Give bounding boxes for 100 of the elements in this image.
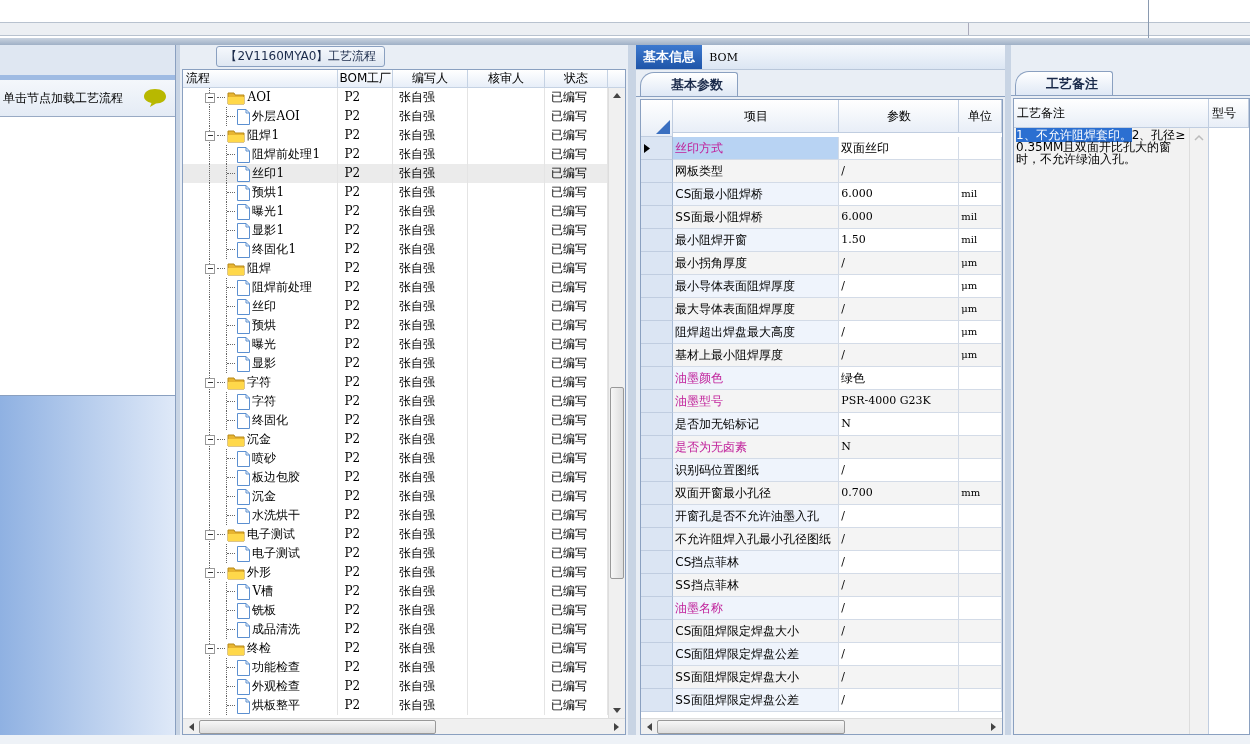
tree-node-label[interactable]: 成品清洗 <box>252 620 301 639</box>
table-cell: μm <box>959 298 1003 321</box>
collapse-icon[interactable] <box>205 434 216 445</box>
document-icon <box>237 469 251 486</box>
tree-node-label[interactable]: 外形 <box>247 563 272 582</box>
table-cell: mil <box>959 229 1003 252</box>
tree-node-label[interactable]: 电子测试 <box>252 544 301 563</box>
tree-node-label[interactable]: 曝光1 <box>252 202 285 221</box>
horizontal-scrollbar[interactable] <box>183 718 626 734</box>
collapse-icon[interactable] <box>205 92 216 103</box>
table-cell: 丝印方式 <box>673 137 840 160</box>
table-cell: 1.50 <box>839 229 960 252</box>
tree-node-label[interactable]: 丝印1 <box>252 164 285 183</box>
collapse-icon[interactable] <box>205 643 216 654</box>
tree-node-label[interactable]: 外层AOI <box>252 107 300 126</box>
table-cell: 张自强 <box>393 468 469 487</box>
table-cell: μm <box>959 275 1003 298</box>
tree-node-label[interactable]: 终检 <box>247 639 272 658</box>
scroll-down-icon[interactable] <box>612 707 623 715</box>
splitter[interactable] <box>0 38 1250 45</box>
tree-node-label[interactable]: AOI <box>247 88 271 107</box>
tab[interactable]: 基本参数 <box>640 72 739 96</box>
corner-header[interactable] <box>641 100 674 137</box>
tree-node-label[interactable]: 显影 <box>252 354 277 373</box>
table-cell: 张自强 <box>393 525 469 544</box>
table-cell: N <box>839 436 960 459</box>
tree-node-label[interactable]: 终固化1 <box>252 240 297 259</box>
tree-node-label[interactable]: 阻焊1 <box>247 126 280 145</box>
tree-node-label[interactable]: 预烘1 <box>252 183 285 202</box>
table-cell: 张自强 <box>393 240 469 259</box>
tree-node-label[interactable]: 电子测试 <box>247 525 296 544</box>
column-header[interactable]: 型号 <box>1209 99 1249 127</box>
table-cell: 张自强 <box>393 221 469 240</box>
tree-node-label[interactable]: 铣板 <box>252 601 277 620</box>
document-icon <box>237 621 251 638</box>
tree-node-label[interactable]: 预烘 <box>252 316 277 335</box>
table-cell: 最大导体表面阻焊厚度 <box>673 298 840 321</box>
collapse-icon[interactable] <box>205 529 216 540</box>
tree-node-label[interactable]: 阻焊前处理1 <box>252 145 321 164</box>
table-cell: P2 <box>338 202 394 221</box>
table-cell: 网板类型 <box>673 160 840 183</box>
table-cell: 油墨名称 <box>673 597 840 620</box>
table-cell: / <box>839 597 960 620</box>
tab[interactable]: 基本信息 <box>636 45 703 69</box>
tree-node-label[interactable]: 终固化 <box>252 411 289 430</box>
table-cell: P2 <box>338 107 394 126</box>
column-header[interactable]: 单位 <box>959 100 1003 133</box>
scroll-up-icon[interactable] <box>612 91 623 99</box>
tree-node-label[interactable]: 外观检查 <box>252 677 301 696</box>
horizontal-scrollbar[interactable] <box>641 718 1003 734</box>
column-header[interactable]: 项目 <box>673 100 840 133</box>
tree-node-label[interactable]: 阻焊 <box>247 259 272 278</box>
tree-node-label[interactable]: 显影1 <box>252 221 285 240</box>
collapse-icon[interactable] <box>205 263 216 274</box>
table-cell: / <box>839 344 960 367</box>
tree-node-label[interactable]: 字符 <box>247 373 272 392</box>
column-header[interactable]: 核审人 <box>468 70 546 87</box>
table-cell: 是否加无铅标记 <box>673 413 840 436</box>
collapse-icon[interactable] <box>205 377 216 388</box>
tab[interactable]: 工艺备注 <box>1015 71 1113 95</box>
tree-node-label[interactable]: 阻焊前处理 <box>252 278 313 297</box>
horizontal-scrollbar[interactable] <box>0 22 1250 36</box>
tab[interactable]: BOM <box>702 45 745 69</box>
table-cell: P2 <box>338 601 394 620</box>
column-header[interactable]: BOM工厂 <box>338 70 394 87</box>
splitter[interactable] <box>175 45 181 735</box>
tree-node-label[interactable]: 字符 <box>252 392 277 411</box>
table-cell: mm <box>959 482 1003 505</box>
tree-node-label[interactable]: V槽 <box>252 582 274 601</box>
table-cell: 张自强 <box>393 335 469 354</box>
column-header[interactable]: 参数 <box>839 100 960 133</box>
tree-node-label[interactable]: 丝印 <box>252 297 277 316</box>
column-header[interactable]: 状态 <box>545 70 609 87</box>
table-cell: 油墨颜色 <box>673 367 840 390</box>
tree-node-label[interactable]: 沉金 <box>252 487 277 506</box>
table-cell: 张自强 <box>393 430 469 449</box>
table-cell: μm <box>959 321 1003 344</box>
table-cell: P2 <box>338 240 394 259</box>
tree-node-label[interactable]: 曝光 <box>252 335 277 354</box>
tree-node-label[interactable]: 板边包胶 <box>252 468 301 487</box>
table-cell: P2 <box>338 582 394 601</box>
column-header[interactable]: 流程 <box>183 70 339 87</box>
table-cell: P2 <box>338 164 394 183</box>
row-header[interactable] <box>641 137 674 160</box>
column-header[interactable]: 编写人 <box>393 70 469 87</box>
collapse-icon[interactable] <box>205 567 216 578</box>
tree-node-label[interactable]: 烘板整平 <box>252 696 301 715</box>
table-cell: 张自强 <box>393 601 469 620</box>
vertical-scrollbar[interactable] <box>608 88 626 718</box>
table-cell: μm <box>959 344 1003 367</box>
table-cell: / <box>839 689 960 712</box>
tree-node-label[interactable]: 功能检查 <box>252 658 301 677</box>
table-cell: / <box>839 666 960 689</box>
column-header[interactable]: 工艺备注 <box>1014 99 1209 127</box>
tree-node-label[interactable]: 水洗烘干 <box>252 506 301 525</box>
table-cell: / <box>839 551 960 574</box>
tree-node-label[interactable]: 喷砂 <box>252 449 277 468</box>
collapse-icon[interactable] <box>205 130 216 141</box>
tree-node-label[interactable]: 沉金 <box>247 430 272 449</box>
speech-bubble-icon <box>142 88 167 108</box>
